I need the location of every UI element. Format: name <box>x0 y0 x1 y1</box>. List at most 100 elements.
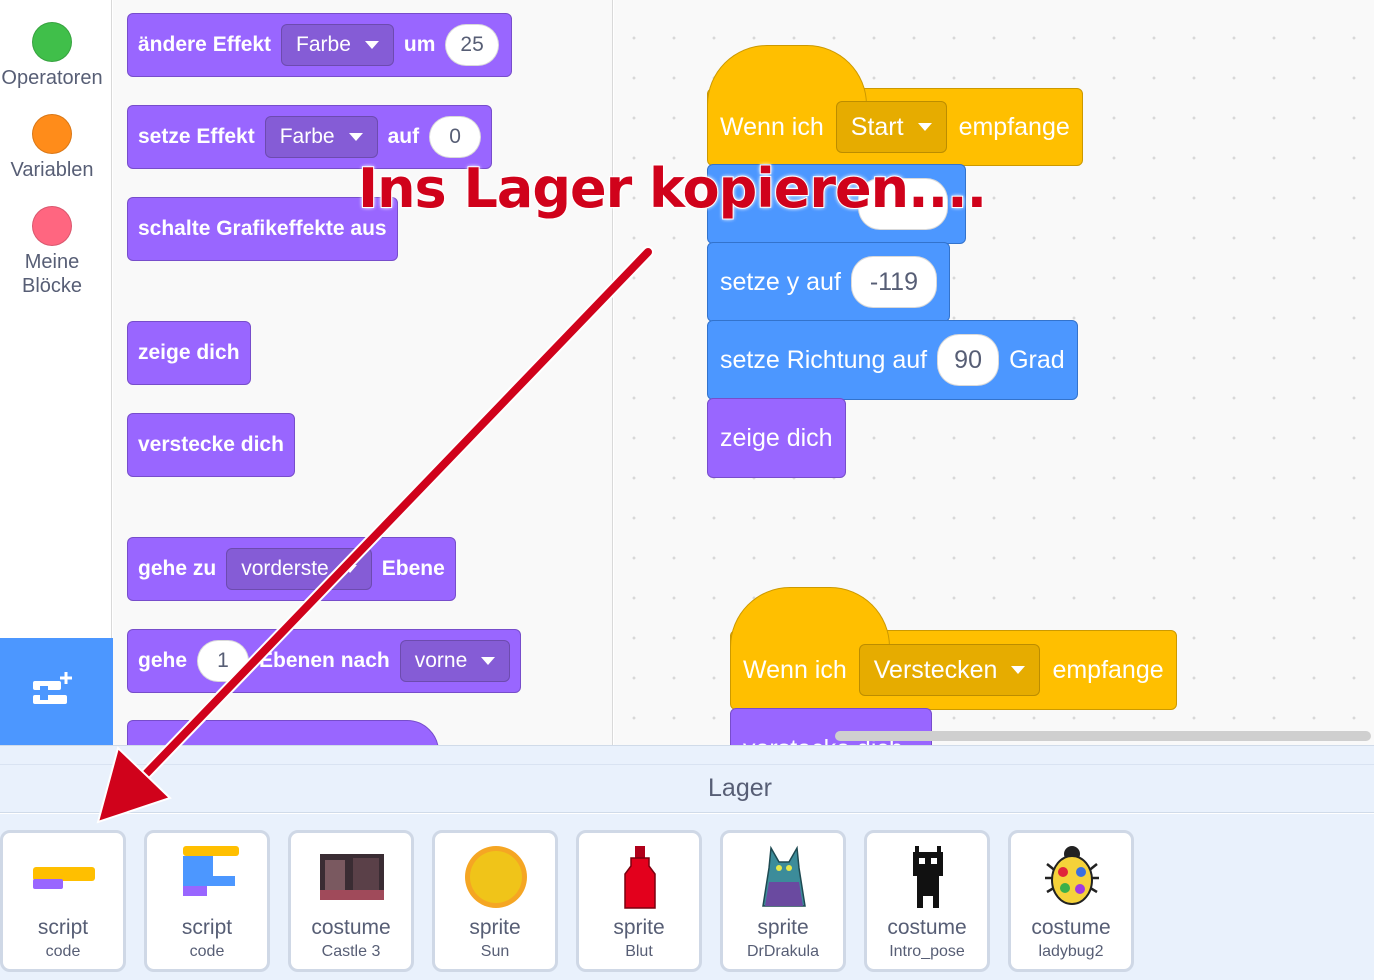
reporter-block-partial[interactable] <box>127 720 439 745</box>
block-text: Wenn ich <box>720 112 824 141</box>
pixel-figure-thumb-icon <box>895 843 961 911</box>
set-direction-block[interactable]: setze Richtung auf 90 Grad <box>707 320 1078 400</box>
hat-top <box>730 587 890 647</box>
caret-down-icon <box>917 123 932 131</box>
backpack-item[interactable]: script code <box>144 830 270 972</box>
caret-down-icon <box>364 41 379 49</box>
layer-dropdown[interactable]: vorderste <box>226 548 372 590</box>
item-kind: costume <box>1031 916 1111 939</box>
block-text: gehe zu <box>138 557 217 580</box>
ladybug-thumb-icon <box>1039 843 1105 911</box>
block-text: Grad <box>1009 345 1065 374</box>
dropdown-value: Farbe <box>296 33 351 56</box>
my-blocks-dot-icon <box>32 206 72 246</box>
item-name: ladybug2 <box>1038 943 1104 960</box>
block-text: verstecke dich <box>138 433 284 456</box>
hat-top <box>707 45 867 105</box>
add-extension-button[interactable] <box>0 638 114 745</box>
divider <box>0 764 1374 765</box>
item-name: code <box>45 943 81 960</box>
block-text: um <box>403 33 436 56</box>
dropdown-value: Farbe <box>279 125 335 148</box>
item-name: Castle 3 <box>321 943 381 960</box>
when-receive-start-hat[interactable]: Wenn ich Start empfange <box>707 45 1083 166</box>
block-text: zeige dich <box>138 341 240 364</box>
block-text: zeige dich <box>720 423 833 452</box>
castle-thumb-icon <box>319 843 385 911</box>
backpack-item[interactable]: sprite DrDrakula <box>720 830 846 972</box>
show-block[interactable]: zeige dich <box>127 321 251 385</box>
dropdown-value: vorderste <box>241 557 329 580</box>
block-text: ändere Effekt <box>138 33 272 56</box>
script-thumb-icon <box>31 843 97 911</box>
block-text: Ebene <box>381 557 445 580</box>
block-text: Wenn ich <box>743 655 847 684</box>
change-effect-block[interactable]: ändere Effekt Farbe um 25 <box>127 13 512 77</box>
block-text: empfange <box>1052 655 1164 684</box>
value-input[interactable]: 0 <box>429 116 482 158</box>
item-name: code <box>189 943 225 960</box>
backpack-title: Lager <box>708 774 772 802</box>
direction-dropdown[interactable]: vorne <box>399 640 511 682</box>
script-area[interactable]: Wenn ich Start empfange setze y auf -119… <box>614 0 1374 745</box>
backpack-header[interactable]: Lager <box>0 745 1374 813</box>
block-text: Ebenen nach <box>259 649 390 672</box>
value-input[interactable]: 25 <box>445 24 499 66</box>
backpack-item[interactable]: costume Intro_pose <box>864 830 990 972</box>
annotation-text: Ins Lager kopieren.... <box>357 156 988 221</box>
item-name: DrDrakula <box>746 943 819 960</box>
extension-icon <box>33 672 72 704</box>
caret-down-icon <box>342 565 357 573</box>
effect-dropdown[interactable]: Farbe <box>264 116 378 158</box>
dropdown-value: Start <box>850 112 904 141</box>
block-text: setze y auf <box>720 267 841 296</box>
item-kind: sprite <box>613 916 665 939</box>
caret-down-icon <box>348 133 363 141</box>
category-operators[interactable]: Operatoren <box>0 22 104 90</box>
caret-down-icon <box>1011 666 1026 674</box>
hide-block[interactable]: verstecke dich <box>127 413 295 477</box>
dracula-thumb-icon <box>751 843 817 911</box>
item-kind: sprite <box>469 916 521 939</box>
message-dropdown[interactable]: Verstecken <box>858 644 1041 696</box>
variables-dot-icon <box>32 114 72 154</box>
effect-dropdown[interactable]: Farbe <box>281 24 394 66</box>
item-kind: script <box>181 916 233 939</box>
item-kind: script <box>37 916 89 939</box>
category-label: Operatoren <box>1 67 103 89</box>
category-my-blocks[interactable]: Meine Blöcke <box>0 206 104 298</box>
category-label: Variablen <box>10 159 94 181</box>
block-text: setze Effekt <box>138 125 255 148</box>
item-kind: costume <box>311 916 391 939</box>
backpack-item[interactable]: sprite Sun <box>432 830 558 972</box>
item-name: Sun <box>480 943 510 960</box>
goto-layer-block[interactable]: gehe zu vorderste Ebene <box>127 537 456 601</box>
block-text: gehe <box>138 649 188 672</box>
dropdown-value: Verstecken <box>873 655 998 684</box>
operators-dot-icon <box>32 22 72 62</box>
block-palette: ändere Effekt Farbe um 25 setze Effekt F… <box>113 0 613 745</box>
block-text: auf <box>387 125 420 148</box>
when-receive-hide-hat[interactable]: Wenn ich Verstecken empfange <box>730 587 1177 710</box>
backpack-item[interactable]: costume Castle 3 <box>288 830 414 972</box>
value-input[interactable]: 1 <box>197 640 250 682</box>
backpack-item[interactable]: costume ladybug2 <box>1008 830 1134 972</box>
caret-down-icon <box>481 657 496 665</box>
set-y-block[interactable]: setze y auf -119 <box>707 242 950 322</box>
message-dropdown[interactable]: Start <box>835 101 947 153</box>
sun-thumb-icon <box>463 843 529 911</box>
bottle-thumb-icon <box>607 843 673 911</box>
go-layers-block[interactable]: gehe 1 Ebenen nach vorne <box>127 629 522 693</box>
horizontal-scrollbar[interactable] <box>835 731 1371 741</box>
category-variables[interactable]: Variablen <box>0 114 104 182</box>
item-name: Blut <box>625 943 653 960</box>
item-kind: sprite <box>757 916 809 939</box>
backpack-item[interactable]: sprite Blut <box>576 830 702 972</box>
block-text: empfange <box>958 112 1070 141</box>
show-block[interactable]: zeige dich <box>707 398 846 478</box>
value-input[interactable]: -119 <box>850 256 937 308</box>
value-input[interactable]: 90 <box>937 334 1000 386</box>
backpack-item[interactable]: script code <box>0 830 126 972</box>
backpack-list: script code script code costume Castle 3… <box>0 814 1374 980</box>
script-thumb-icon <box>175 843 241 911</box>
